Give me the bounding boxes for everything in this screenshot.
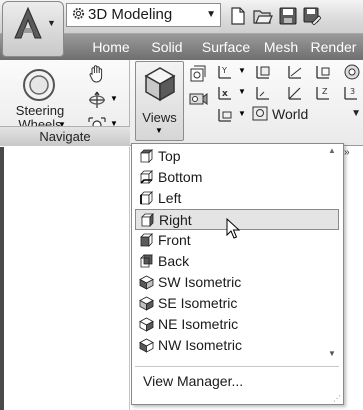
workspace-value: 3D Modeling	[88, 6, 173, 23]
title-bar: ▼ 3D Modeling ▼	[0, 0, 363, 57]
menu-item-bottom[interactable]: Bottom	[135, 167, 339, 188]
menu-item-nw-isometric[interactable]: NW Isometric	[135, 335, 339, 356]
ucs-x-icon[interactable]: x	[216, 84, 236, 102]
bottom-view-icon	[140, 170, 153, 184]
chevron-right-icon[interactable]: »	[344, 147, 350, 158]
resize-grip-icon[interactable]: ⋰	[333, 394, 341, 403]
chevron-down-icon[interactable]: ▼	[238, 109, 246, 118]
navigate-panel-title: Navigate	[0, 126, 130, 146]
view-manager-item[interactable]: View Manager...	[135, 370, 335, 392]
tab-solid[interactable]: Solid	[142, 37, 192, 59]
camera-icon[interactable]	[188, 88, 208, 108]
menu-item-back[interactable]: Back	[135, 251, 339, 272]
world-ucs-icon	[252, 106, 268, 121]
views-button[interactable]: Views ▼	[135, 61, 184, 141]
se-isometric-icon	[139, 296, 154, 311]
ucs-3-icon[interactable]: 3	[342, 84, 362, 102]
window-edge	[0, 147, 4, 410]
open-folder-icon[interactable]	[253, 7, 273, 25]
front-view-icon	[140, 233, 153, 247]
right-view-icon	[141, 213, 154, 227]
workspace-select[interactable]: 3D Modeling ▼	[66, 3, 221, 27]
menu-item-left[interactable]: Left	[135, 188, 339, 209]
save-icon[interactable]	[279, 7, 297, 25]
ucs-zaxis-icon[interactable]	[286, 84, 306, 102]
ucs-icon[interactable]: Y	[216, 63, 236, 81]
mouse-cursor-icon	[226, 218, 240, 239]
chevron-down-icon: ▼	[351, 108, 361, 119]
menu-item-sw-isometric[interactable]: SW Isometric	[135, 272, 339, 293]
chevron-down-icon[interactable]: ▼	[110, 94, 118, 103]
left-view-icon	[140, 191, 153, 205]
steering-wheel-icon	[23, 69, 55, 101]
pan-hand-icon[interactable]	[87, 64, 107, 84]
svg-text:Y: Y	[221, 66, 227, 75]
ucs-z-icon[interactable]: Z	[314, 84, 334, 102]
menu-item-se-isometric[interactable]: SE Isometric	[135, 293, 339, 314]
save-as-icon[interactable]	[303, 7, 321, 25]
scroll-down-icon[interactable]: ▼	[328, 349, 336, 358]
ucs-world-value: World	[272, 106, 309, 122]
svg-text:x: x	[222, 89, 228, 99]
sw-isometric-icon	[139, 275, 154, 290]
gear-icon	[72, 7, 85, 20]
ucs-3point-icon[interactable]	[314, 63, 334, 81]
tab-mesh[interactable]: Mesh	[258, 37, 304, 59]
views-cube-icon	[144, 67, 176, 102]
ucs-world-select[interactable]: World ▼	[252, 104, 363, 124]
ne-isometric-icon	[139, 317, 154, 332]
menu-item-ne-isometric[interactable]: NE Isometric	[135, 314, 339, 335]
menu-item-top[interactable]: Top	[135, 146, 339, 167]
application-menu-button[interactable]: ▼	[2, 1, 64, 57]
navigate-panel: Steering Wheels ▼ ▼ ▼ Navigate	[0, 60, 130, 146]
tab-home[interactable]: Home	[80, 37, 142, 59]
autocad-logo-icon	[14, 6, 42, 39]
ucs-origin-icon[interactable]	[254, 84, 274, 102]
ucs-settings-icon[interactable]	[342, 63, 362, 81]
top-view-icon	[140, 149, 153, 163]
svg-text:3: 3	[350, 87, 355, 96]
tab-render[interactable]: Render	[304, 37, 363, 59]
nw-isometric-icon	[139, 338, 154, 353]
new-file-icon[interactable]	[229, 7, 247, 25]
views-label: Views	[142, 110, 177, 125]
back-view-icon	[140, 254, 153, 268]
menu-scrollbar[interactable]: ▲ ▼	[328, 146, 340, 358]
chevron-down-icon[interactable]: ▼	[238, 66, 246, 75]
drawing-area[interactable]	[0, 147, 130, 410]
svg-text:Z: Z	[322, 87, 328, 96]
menu-divider	[135, 366, 339, 367]
steering-wheels-button[interactable]: Steering Wheels ▼	[2, 62, 78, 132]
tab-surface[interactable]: Surface	[194, 37, 258, 59]
scroll-up-icon[interactable]: ▲	[328, 146, 336, 155]
ucs-object-icon[interactable]	[254, 63, 274, 81]
chevron-down-icon[interactable]: ▼	[238, 87, 246, 96]
chevron-down-icon: ▼	[206, 9, 216, 20]
ribbon-panel-area: Steering Wheels ▼ ▼ ▼ Navigate Views ▼ Y…	[0, 60, 363, 146]
views-dropdown-menu: Top Bottom Left Right Front Back SW Isom…	[131, 143, 344, 405]
ucs-face-icon[interactable]	[286, 63, 306, 81]
named-views-icon[interactable]	[188, 64, 208, 84]
orbit-icon[interactable]	[86, 90, 108, 110]
chevron-down-icon: ▼	[47, 18, 56, 28]
chevron-down-icon: ▼	[155, 126, 163, 135]
ucs-view-icon[interactable]	[216, 106, 236, 124]
